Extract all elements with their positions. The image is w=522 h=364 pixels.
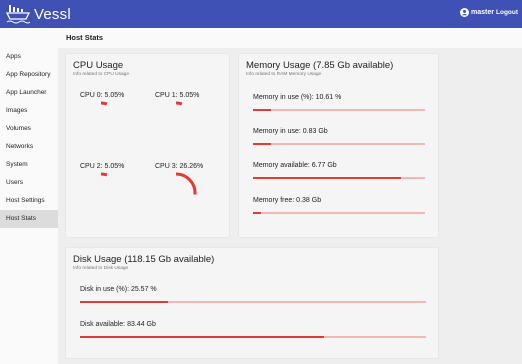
cpu-card-subtitle: Info related to CPU Usage bbox=[73, 72, 129, 77]
cpu-0-arc bbox=[100, 101, 108, 106]
cpu-usage-card: CPU Usage Info related to CPU Usage CPU … bbox=[66, 54, 229, 237]
account-circle-icon bbox=[460, 8, 469, 17]
logout-button[interactable]: Logout bbox=[496, 9, 518, 16]
memory-stat-label: Memory in use (%): 10.61 % bbox=[253, 94, 342, 101]
memory-card-title: Memory Usage (7.85 Gb available) bbox=[246, 60, 394, 71]
sidebar-item-users[interactable]: Users bbox=[0, 174, 58, 192]
sidebar-item-networks[interactable]: Networks bbox=[0, 138, 58, 156]
memory-usage-card: Memory Usage (7.85 Gb available) Info re… bbox=[239, 54, 438, 237]
disk-stat-1: Disk available: 83.44 Gb bbox=[80, 321, 426, 338]
memory-progress-fill bbox=[253, 109, 272, 111]
cpu-0-gauge: CPU 0: 5.05% bbox=[80, 92, 150, 152]
disk-usage-card: Disk Usage (118.15 Gb available) Info re… bbox=[66, 248, 438, 358]
disk-stat-0: Disk in use (%): 25.57 % bbox=[80, 286, 426, 303]
memory-progress-track bbox=[253, 109, 425, 111]
sidebar-item-system[interactable]: System bbox=[0, 156, 58, 174]
memory-stat-label: Memory in use: 0.83 Gb bbox=[253, 128, 328, 135]
disk-stat-label: Disk in use (%): 25.57 % bbox=[80, 286, 157, 293]
sidebar-item-host-stats[interactable]: Host Stats bbox=[0, 210, 58, 228]
disk-progress-fill bbox=[80, 336, 325, 338]
ship-icon bbox=[6, 5, 30, 24]
cpu-card-title: CPU Usage bbox=[73, 60, 124, 71]
disk-card-subtitle: Info related to Disk Usage bbox=[73, 266, 129, 271]
memory-stat-1: Memory in use: 0.83 Gb bbox=[253, 128, 425, 145]
memory-progress-track bbox=[253, 143, 425, 145]
sidebar-item-app-repository[interactable]: App Repository bbox=[0, 66, 58, 84]
page-title: Host Stats bbox=[66, 33, 104, 42]
sidebar: Apps App Repository App Launcher Images Volu… bbox=[0, 48, 58, 364]
disk-progress-fill bbox=[80, 301, 169, 303]
disk-card-title: Disk Usage (118.15 Gb available) bbox=[73, 254, 215, 265]
cpu-0-label: CPU 0: 5.05% bbox=[80, 92, 125, 99]
disk-stat-label: Disk available: 83.44 Gb bbox=[80, 321, 156, 328]
memory-stat-0: Memory in use (%): 10.61 % bbox=[253, 94, 425, 111]
memory-progress-track bbox=[253, 212, 425, 214]
disk-progress-track bbox=[80, 301, 426, 303]
cpu-2-arc bbox=[100, 172, 108, 177]
sidebar-item-app-launcher[interactable]: App Launcher bbox=[0, 84, 58, 102]
sidebar-item-apps[interactable]: Apps bbox=[0, 48, 58, 66]
memory-progress-fill bbox=[253, 212, 262, 214]
sidebar-item-images[interactable]: Images bbox=[0, 102, 58, 120]
memory-stat-label: Memory free: 0.38 Gb bbox=[253, 197, 322, 204]
cpu-1-arc bbox=[175, 101, 183, 106]
memory-stat-label: Memory available: 6.77 Gb bbox=[253, 162, 337, 169]
user-name: master bbox=[471, 9, 494, 16]
cpu-3-gauge: CPU 3: 26.26% bbox=[155, 163, 225, 223]
sidebar-item-volumes[interactable]: Volumes bbox=[0, 120, 58, 138]
brand[interactable]: Vessl bbox=[6, 3, 71, 25]
cpu-3-arc bbox=[175, 172, 197, 195]
cpu-1-gauge: CPU 1: 5.05% bbox=[155, 92, 225, 152]
memory-card-subtitle: Info related to RAM Memory Usage bbox=[246, 72, 322, 77]
top-app-bar: Vessl master Logout bbox=[0, 0, 522, 28]
sidebar-item-host-settings[interactable]: Host Settings bbox=[0, 192, 58, 210]
memory-progress-fill bbox=[253, 177, 402, 179]
cpu-2-gauge: CPU 2: 5.05% bbox=[80, 163, 150, 223]
memory-stat-3: Memory free: 0.38 Gb bbox=[253, 197, 425, 214]
user-menu[interactable]: master bbox=[460, 8, 494, 17]
memory-stat-2: Memory available: 6.77 Gb bbox=[253, 162, 425, 179]
memory-progress-fill bbox=[253, 143, 272, 145]
app-name: Vessl bbox=[34, 5, 71, 23]
cpu-3-label: CPU 3: 26.26% bbox=[155, 163, 204, 170]
cpu-1-label: CPU 1: 5.05% bbox=[155, 92, 200, 99]
cpu-2-label: CPU 2: 5.05% bbox=[80, 163, 125, 170]
memory-progress-track bbox=[253, 177, 425, 179]
page-header: Host Stats bbox=[0, 28, 522, 48]
disk-progress-track bbox=[80, 336, 426, 338]
